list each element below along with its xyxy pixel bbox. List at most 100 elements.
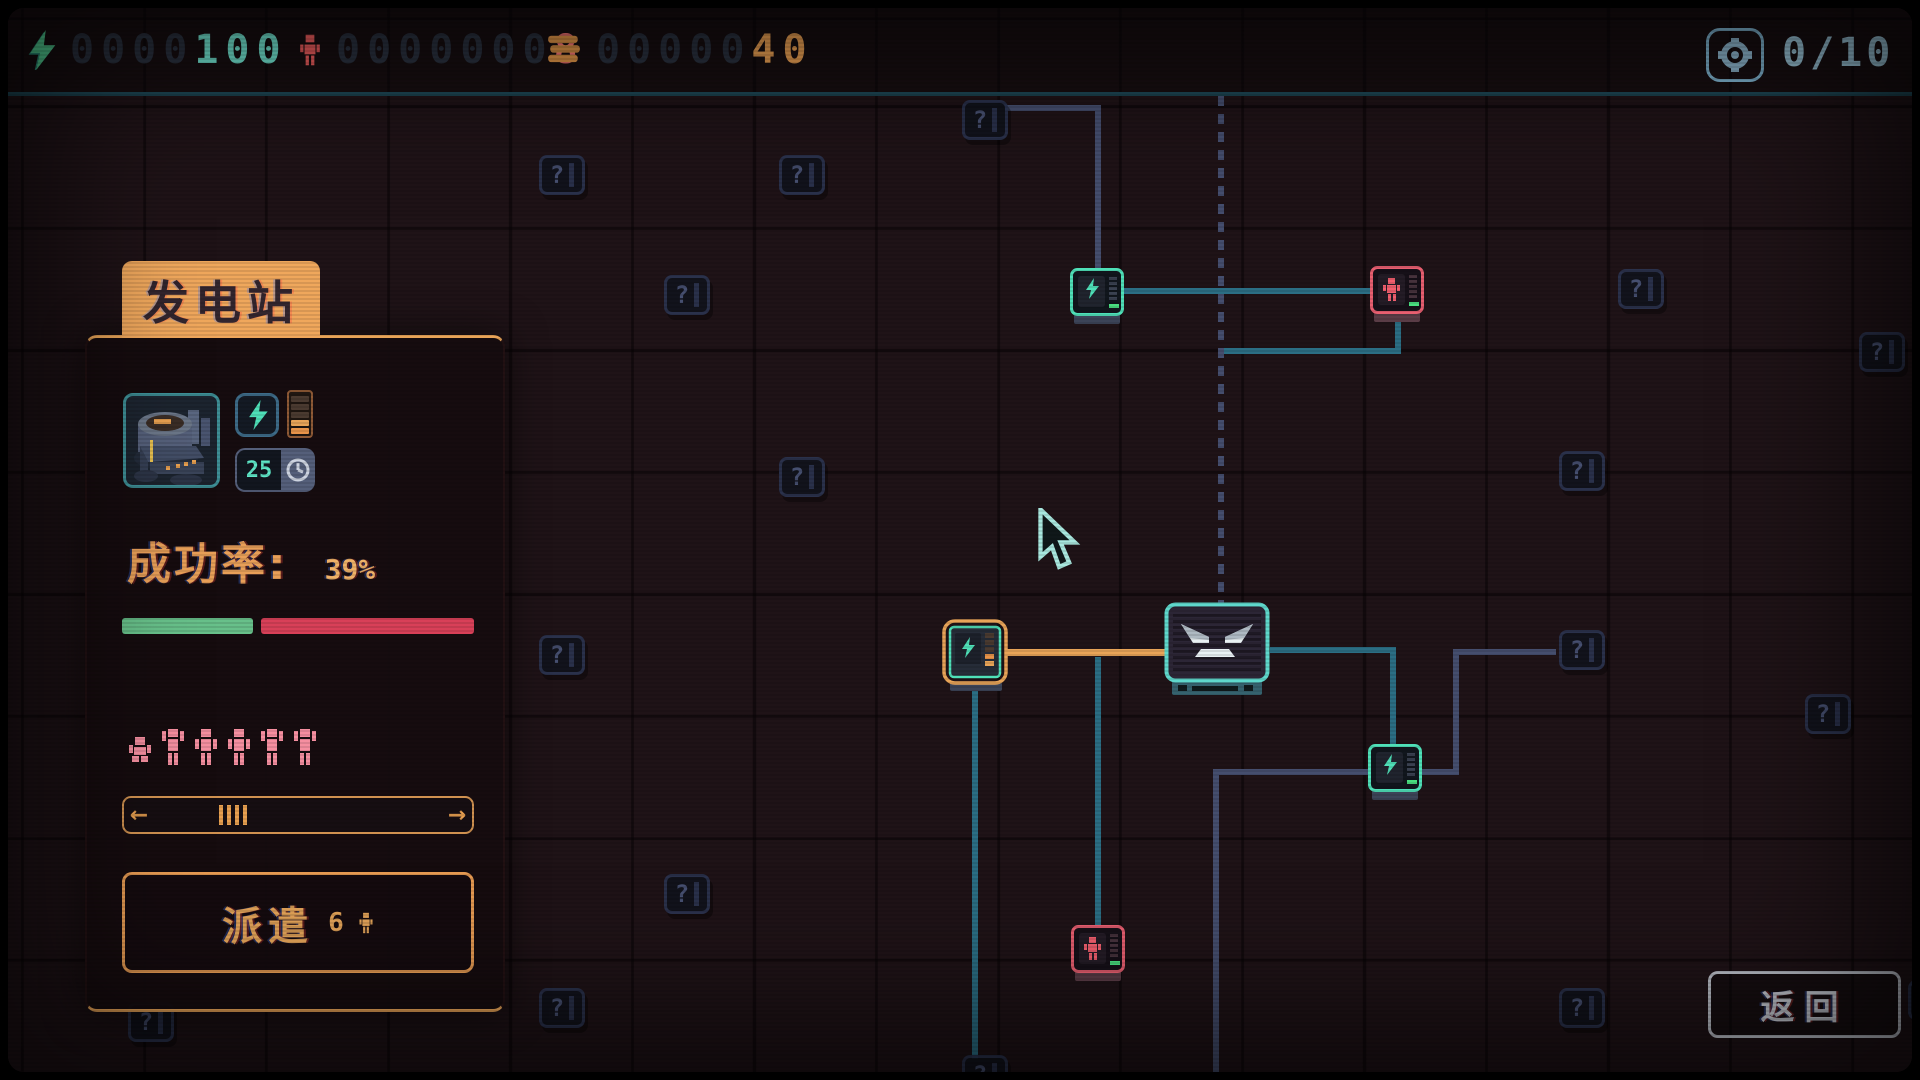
wire-segment <box>972 683 978 1059</box>
question-mark-icon: ? <box>973 1061 987 1072</box>
unknown-node[interactable]: ? <box>962 1055 1008 1072</box>
qbox-bar <box>694 882 699 906</box>
wire-segment <box>1216 769 1374 775</box>
people-resource: 00000008 <box>298 8 585 92</box>
energy-resource: 0000100 <box>26 8 288 92</box>
unknown-node[interactable]: ? <box>1559 451 1605 491</box>
unknown-node[interactable]: ? <box>1805 694 1851 734</box>
qbox-bar <box>158 1010 163 1034</box>
worker-icon <box>259 728 285 768</box>
unknown-node[interactable]: ? <box>779 155 825 195</box>
map-node-generator-top[interactable] <box>1070 268 1124 330</box>
energy-type-badge <box>235 393 279 437</box>
unknown-node[interactable]: ? <box>1559 988 1605 1028</box>
money-counter: 0000040 <box>596 27 814 73</box>
success-bar-red <box>261 618 474 634</box>
dispatch-button[interactable]: 派遣 6 <box>122 872 474 973</box>
unknown-node[interactable]: ? <box>539 635 585 675</box>
question-mark-icon: ? <box>1570 994 1584 1022</box>
success-rate-bar <box>122 618 474 634</box>
question-mark-icon: ? <box>550 161 564 189</box>
map-node-crew-top[interactable] <box>1370 266 1424 328</box>
time-cost-badge: 25 <box>235 448 315 492</box>
map-node-generator-selected[interactable] <box>942 619 1010 697</box>
qbox-bar <box>992 1063 997 1072</box>
wire-segment <box>1095 105 1101 272</box>
map-node-mainframe[interactable] <box>1164 602 1274 702</box>
success-rate-value: 39% <box>325 553 376 586</box>
unknown-node[interactable]: ? <box>1559 630 1605 670</box>
unknown-node[interactable]: ? <box>539 988 585 1028</box>
unknown-node[interactable]: ? <box>962 100 1008 140</box>
qbox-bar <box>569 163 574 187</box>
unknown-node[interactable]: ? <box>539 155 585 195</box>
time-cost-value: 25 <box>237 450 281 490</box>
worker-icon <box>127 728 153 768</box>
objective-progress: 0/10 <box>1782 30 1894 76</box>
building-portrait <box>123 393 220 488</box>
unknown-node[interactable]: ? <box>664 874 710 914</box>
map-node-crew-bottom[interactable] <box>1071 925 1125 987</box>
worker-icon <box>193 728 219 768</box>
question-mark-icon: ? <box>1629 275 1643 303</box>
qbox-bar <box>809 465 814 489</box>
worker-icon <box>160 728 186 768</box>
wire-segment <box>1213 769 1219 1072</box>
energy-icon <box>26 30 56 70</box>
unknown-node[interactable]: ? <box>1618 269 1664 309</box>
qbox-bar <box>992 108 997 132</box>
success-bar-green <box>122 618 253 634</box>
question-mark-icon: ? <box>675 880 689 908</box>
objective-badge <box>1706 28 1764 82</box>
worker-icon <box>226 728 252 768</box>
question-mark-icon: ? <box>1570 457 1584 485</box>
question-mark-icon: ? <box>973 106 987 134</box>
wire-segment <box>1453 649 1459 775</box>
slider-right-arrow-icon[interactable]: → <box>442 803 472 828</box>
dispatch-person-icon <box>358 910 374 936</box>
gear-icon <box>1718 38 1752 72</box>
qbox-bar <box>1589 638 1594 662</box>
power-station-icon <box>126 396 217 485</box>
wire-segment <box>1118 288 1374 294</box>
resource-topbar: 0000100 00000008 0000040 0/10 <box>8 8 1912 96</box>
success-rate-label: 成功率: <box>127 528 289 592</box>
qbox-bar <box>569 643 574 667</box>
mouse-cursor-icon <box>1036 508 1088 578</box>
worker-icon <box>292 728 318 768</box>
battery-seg <box>291 404 309 410</box>
back-button[interactable]: 返回 <box>1708 971 1901 1038</box>
question-mark-icon: ? <box>1570 636 1584 664</box>
power-station-panel: 发电站 <box>85 335 505 1012</box>
qbox-bar <box>1589 996 1594 1020</box>
worker-slider[interactable]: ← → <box>122 796 474 834</box>
map-node-generator-right[interactable] <box>1368 744 1422 806</box>
battery-seg <box>291 396 309 402</box>
battery-seg <box>291 428 309 434</box>
worker-row <box>127 720 318 768</box>
unknown-node[interactable]: ? <box>779 457 825 497</box>
unknown-node[interactable]: ? <box>664 275 710 315</box>
question-mark-icon: ? <box>139 1008 153 1036</box>
qbox-bar <box>1835 702 1840 726</box>
success-rate-row: 成功率: 39% <box>127 528 375 592</box>
qbox-bar <box>1889 340 1894 364</box>
people-icon <box>298 31 322 69</box>
wire-segment <box>1221 348 1401 354</box>
battery-seg <box>291 412 309 418</box>
battery-seg <box>291 420 309 426</box>
energy-counter: 0000100 <box>70 27 288 73</box>
qbox-bar <box>809 163 814 187</box>
slider-left-arrow-icon[interactable]: ← <box>124 803 154 828</box>
panel-tab: 发电站 <box>122 261 320 338</box>
qbox-bar <box>569 996 574 1020</box>
unknown-node[interactable]: ? <box>1908 980 1912 1020</box>
slider-handle[interactable] <box>219 805 247 825</box>
question-mark-icon: ? <box>675 281 689 309</box>
wire-segment <box>1005 105 1100 111</box>
qbox-bar <box>1648 277 1653 301</box>
question-mark-icon: ? <box>790 161 804 189</box>
qbox-bar <box>1589 459 1594 483</box>
unknown-node[interactable]: ? <box>1859 332 1905 372</box>
clock-icon <box>281 457 315 483</box>
